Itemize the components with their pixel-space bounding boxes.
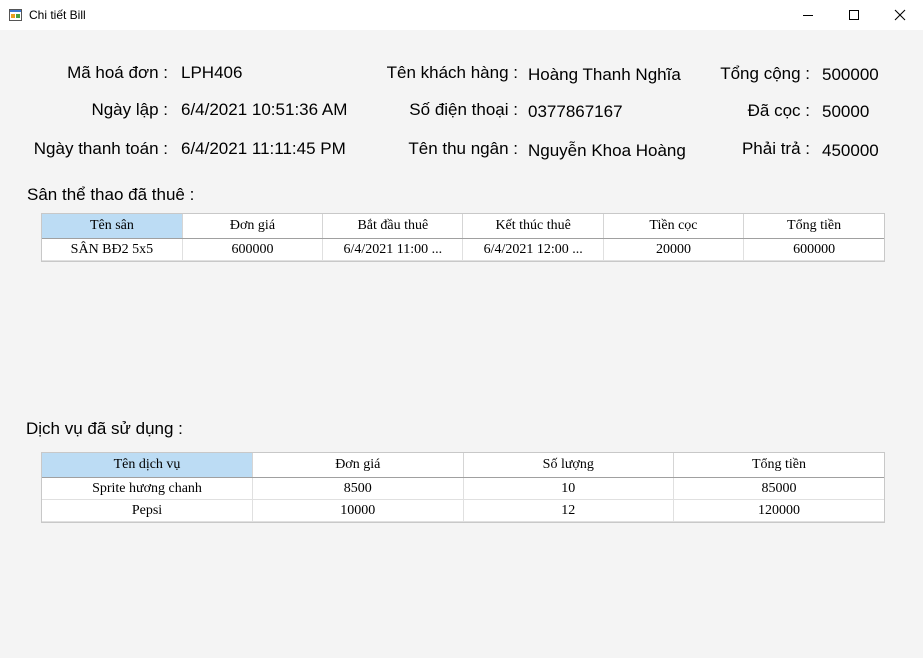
column-header[interactable]: Đơn giá xyxy=(182,214,324,239)
minimize-icon xyxy=(803,15,813,16)
tong-cong-value: 500000 xyxy=(822,65,879,84)
dich-vu-grid-header-row: Tên dịch vụ Đơn giá Số lượng Tổng tiền xyxy=(42,453,884,478)
table-cell[interactable]: 6/4/2021 11:00 ... xyxy=(322,238,464,261)
table-cell[interactable]: 12 xyxy=(463,499,674,522)
table-cell[interactable]: 6/4/2021 12:00 ... xyxy=(462,238,604,261)
maximize-button[interactable] xyxy=(831,0,877,30)
table-row[interactable]: Sprite hương chanh 8500 10 85000 xyxy=(42,477,884,500)
ten-thu-ngan-label: Tên thu ngân : xyxy=(408,139,518,158)
ngay-thanh-toan-label: Ngày thanh toán : xyxy=(33,139,168,158)
ten-khach-hang-value: Hoàng Thanh Nghĩa xyxy=(528,65,681,84)
column-header[interactable]: Tên sân xyxy=(42,214,183,239)
close-button[interactable] xyxy=(877,0,923,30)
san-grid-header-row: Tên sân Đơn giá Bắt đầu thuê Kết thúc th… xyxy=(42,214,884,239)
minimize-button[interactable] xyxy=(785,0,831,30)
table-row[interactable]: SÂN BĐ2 5x5 600000 6/4/2021 11:00 ... 6/… xyxy=(42,238,884,261)
ten-khach-hang-label: Tên khách hàng : xyxy=(386,63,518,82)
table-cell[interactable]: 600000 xyxy=(182,238,324,261)
ten-thu-ngan-value: Nguyễn Khoa Hoàng xyxy=(528,141,686,160)
san-section-title: Sân thể thao đã thuê : xyxy=(27,185,195,204)
window-title: Chi tiết Bill xyxy=(29,8,86,22)
table-cell[interactable]: 8500 xyxy=(252,477,464,500)
column-header[interactable]: Bắt đầu thuê xyxy=(322,214,464,239)
table-cell[interactable]: Sprite hương chanh xyxy=(42,477,253,500)
ma-hoa-don-label: Mã hoá đơn : xyxy=(67,63,168,82)
table-cell[interactable]: 85000 xyxy=(673,477,884,500)
da-coc-value: 50000 xyxy=(822,102,870,121)
so-dien-thoai-value: 0377867167 xyxy=(528,102,623,121)
table-cell[interactable]: SÂN BĐ2 5x5 xyxy=(42,238,183,261)
table-cell[interactable]: 10000 xyxy=(252,499,464,522)
phai-tra-value: 450000 xyxy=(822,141,879,160)
table-row[interactable]: Pepsi 10000 12 120000 xyxy=(42,499,884,522)
table-cell[interactable]: 10 xyxy=(463,477,674,500)
column-header[interactable]: Tổng tiền xyxy=(673,453,884,478)
table-cell[interactable]: 600000 xyxy=(743,238,884,261)
ngay-lap-value: 6/4/2021 10:51:36 AM xyxy=(181,100,348,119)
app-form-icon xyxy=(9,8,22,21)
table-cell[interactable]: 20000 xyxy=(603,238,745,261)
tong-cong-label: Tổng cộng : xyxy=(720,64,810,83)
phai-tra-label: Phải trả : xyxy=(741,139,810,158)
column-header[interactable]: Tên dịch vụ xyxy=(42,453,253,478)
column-header[interactable]: Tiền cọc xyxy=(603,214,745,239)
column-header[interactable]: Tổng tiền xyxy=(743,214,884,239)
ma-hoa-don-value: LPH406 xyxy=(181,63,243,82)
dich-vu-grid[interactable]: Tên dịch vụ Đơn giá Số lượng Tổng tiền S… xyxy=(41,452,885,523)
san-grid[interactable]: Tên sân Đơn giá Bắt đầu thuê Kết thúc th… xyxy=(41,213,885,262)
dich-vu-section-title: Dịch vụ đã sử dụng : xyxy=(26,419,183,438)
column-header[interactable]: Số lượng xyxy=(463,453,674,478)
column-header[interactable]: Đơn giá xyxy=(252,453,464,478)
maximize-icon xyxy=(849,10,859,20)
title-bar: Chi tiết Bill xyxy=(0,0,923,30)
da-coc-label: Đã cọc : xyxy=(747,101,810,120)
close-icon xyxy=(894,9,906,21)
form-client-area xyxy=(0,30,923,658)
column-header[interactable]: Kết thúc thuê xyxy=(462,214,604,239)
table-cell[interactable]: 120000 xyxy=(673,499,884,522)
table-cell[interactable]: Pepsi xyxy=(42,499,253,522)
ngay-lap-label: Ngày lập : xyxy=(91,100,168,119)
ngay-thanh-toan-value: 6/4/2021 11:11:45 PM xyxy=(181,139,346,158)
so-dien-thoai-label: Số điện thoại : xyxy=(409,100,518,119)
